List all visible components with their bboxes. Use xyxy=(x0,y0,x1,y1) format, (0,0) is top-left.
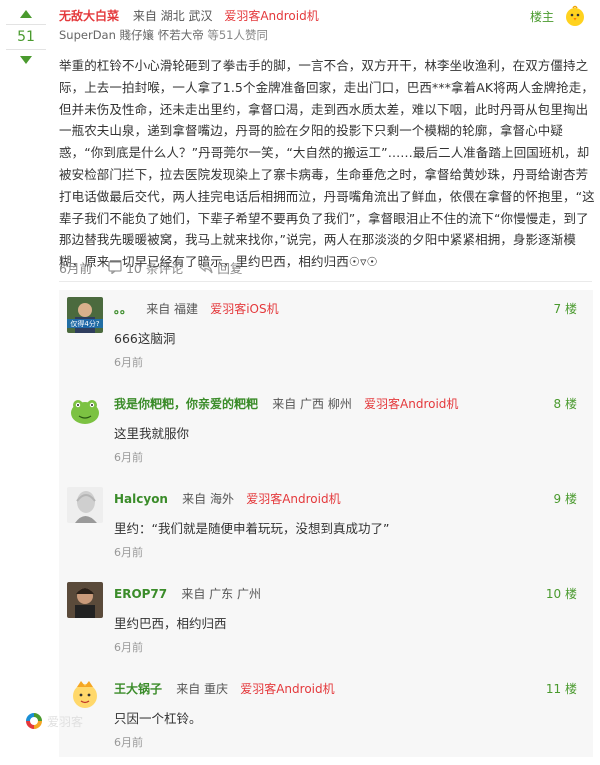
avatar[interactable]: 仅得4分? xyxy=(67,297,103,333)
post-header: 无敌大白菜 来自 湖北 武汉 爱羽客Android机 楼主 xyxy=(59,5,590,30)
comment-text: 这里我就服你 xyxy=(114,426,190,441)
comment-floor: 11 楼 xyxy=(545,682,577,696)
comment-author: 王大锅子 来自 重庆 爱羽客Android机 xyxy=(114,680,335,697)
comment-text: 只因一个杠铃。 xyxy=(114,711,202,726)
comments-count: 10 条评论 xyxy=(125,261,184,276)
reply-button[interactable]: 回复 xyxy=(199,258,242,277)
comment-time: 6月前 xyxy=(114,736,143,749)
comment-device[interactable]: 爱羽客Android机 xyxy=(240,682,334,696)
comment-username[interactable]: 我是你粑粑，你亲爱的粑粑 xyxy=(114,397,258,411)
post-author[interactable]: 无敌大白菜 xyxy=(59,9,119,23)
main-post: 51 无敌大白菜 来自 湖北 武汉 爱羽客Android机 楼主 SuperDa… xyxy=(0,0,600,282)
comment-location: 来自 广西 柳州 xyxy=(272,397,352,411)
comment-item: Halcyon 来自 海外 爱羽客Android机 9 楼 里约：“我们就是随便… xyxy=(59,480,593,575)
downvote-arrow-icon xyxy=(20,56,32,64)
avatar[interactable] xyxy=(67,582,103,618)
post-body: 举重的杠铃不小心滑轮砸到了拳击手的脚，一言不合，双方开干，林李坐收渔利，在双方僵… xyxy=(59,58,595,270)
comment-username[interactable]: EROP77 xyxy=(114,587,167,601)
comment-location: 来自 福建 xyxy=(146,302,199,316)
comment-device[interactable]: 爱羽客Android机 xyxy=(246,492,340,506)
comment-time: 6月前 xyxy=(114,641,143,654)
comment-username[interactable]: 。。 xyxy=(114,302,132,316)
avatar[interactable] xyxy=(67,487,103,523)
comment-floor: 7 楼 xyxy=(553,302,577,316)
comment-username[interactable]: 王大锅子 xyxy=(114,682,162,696)
chick-avatar-icon xyxy=(564,5,586,30)
comment-item: 王大锅子 来自 重庆 爱羽客Android机 11 楼 只因一个杠铃。 6月前 xyxy=(59,670,593,765)
likes-line: SuperDan 賤仔孃 怀若大帝 等51人赞同 xyxy=(59,27,268,43)
watermark: 爱羽客 xyxy=(25,712,83,730)
comment-list: 仅得4分? 。。 来自 福建 爱羽客iOS机 7 楼 666这脑洞 6月前 我是… xyxy=(59,290,593,757)
comment-text: 里约巴西，相约归西 xyxy=(114,616,227,631)
comment-author: 我是你粑粑，你亲爱的粑粑 来自 广西 柳州 爱羽客Android机 xyxy=(114,395,458,412)
comment-floor: 8 楼 xyxy=(553,397,577,411)
comments-link[interactable]: 10 条评论 xyxy=(108,258,183,277)
comment-device[interactable]: 爱羽客Android机 xyxy=(364,397,458,411)
divider xyxy=(59,281,592,282)
vote-widget: 51 xyxy=(6,6,46,68)
comment-text: 666这脑洞 xyxy=(114,331,176,346)
avatar[interactable] xyxy=(67,392,103,428)
comment-time: 6月前 xyxy=(114,546,143,559)
post-location: 来自 湖北 武汉 xyxy=(132,9,213,23)
watermark-text: 爱羽客 xyxy=(47,714,84,729)
comment-item: 我是你粑粑，你亲爱的粑粑 来自 广西 柳州 爱羽客Android机 8 楼 这里… xyxy=(59,385,593,480)
post-time: 6月前 xyxy=(59,261,92,276)
comment-item: EROP77 来自 广东 广州 10 楼 里约巴西，相约归西 6月前 xyxy=(59,575,593,670)
comment-location: 来自 重庆 xyxy=(176,682,229,696)
comment-item: 仅得4分? 。。 来自 福建 爱羽客iOS机 7 楼 666这脑洞 6月前 xyxy=(59,290,593,385)
vote-count: 51 xyxy=(6,24,46,50)
avatar-caption: 仅得4分? xyxy=(70,319,99,328)
comment-author: Halcyon 来自 海外 爱羽客Android机 xyxy=(114,490,341,507)
post-footer: 6月前 10 条评论 回复 xyxy=(59,258,258,277)
comment-location: 来自 广东 广州 xyxy=(181,587,261,601)
comment-author: EROP77 来自 广东 广州 xyxy=(114,585,269,602)
avatar[interactable] xyxy=(67,677,103,713)
post-device[interactable]: 爱羽客Android机 xyxy=(224,9,318,23)
reply-label: 回复 xyxy=(217,261,243,276)
comment-icon xyxy=(108,261,122,274)
likes-count: 等51人赞同 xyxy=(207,28,268,42)
reply-arrow-icon xyxy=(199,261,213,273)
comment-username[interactable]: Halcyon xyxy=(114,492,168,506)
likers-list[interactable]: SuperDan 賤仔孃 怀若大帝 xyxy=(59,28,204,42)
comment-location: 来自 海外 xyxy=(182,492,234,506)
comment-time: 6月前 xyxy=(114,356,143,369)
upvote-button[interactable] xyxy=(6,6,46,22)
downvote-button[interactable] xyxy=(6,52,46,68)
logo-icon xyxy=(26,713,42,729)
comment-author: 。。 来自 福建 爱羽客iOS机 xyxy=(114,300,279,317)
comment-text: 里约：“我们就是随便申着玩玩，没想到真成功了” xyxy=(114,521,390,536)
floor-owner-label: 楼主 xyxy=(529,10,554,24)
comment-floor: 10 楼 xyxy=(545,587,577,601)
comment-time: 6月前 xyxy=(114,451,143,464)
comment-floor: 9 楼 xyxy=(553,492,577,506)
comment-device[interactable]: 爱羽客iOS机 xyxy=(210,302,278,316)
upvote-arrow-icon xyxy=(20,10,32,18)
